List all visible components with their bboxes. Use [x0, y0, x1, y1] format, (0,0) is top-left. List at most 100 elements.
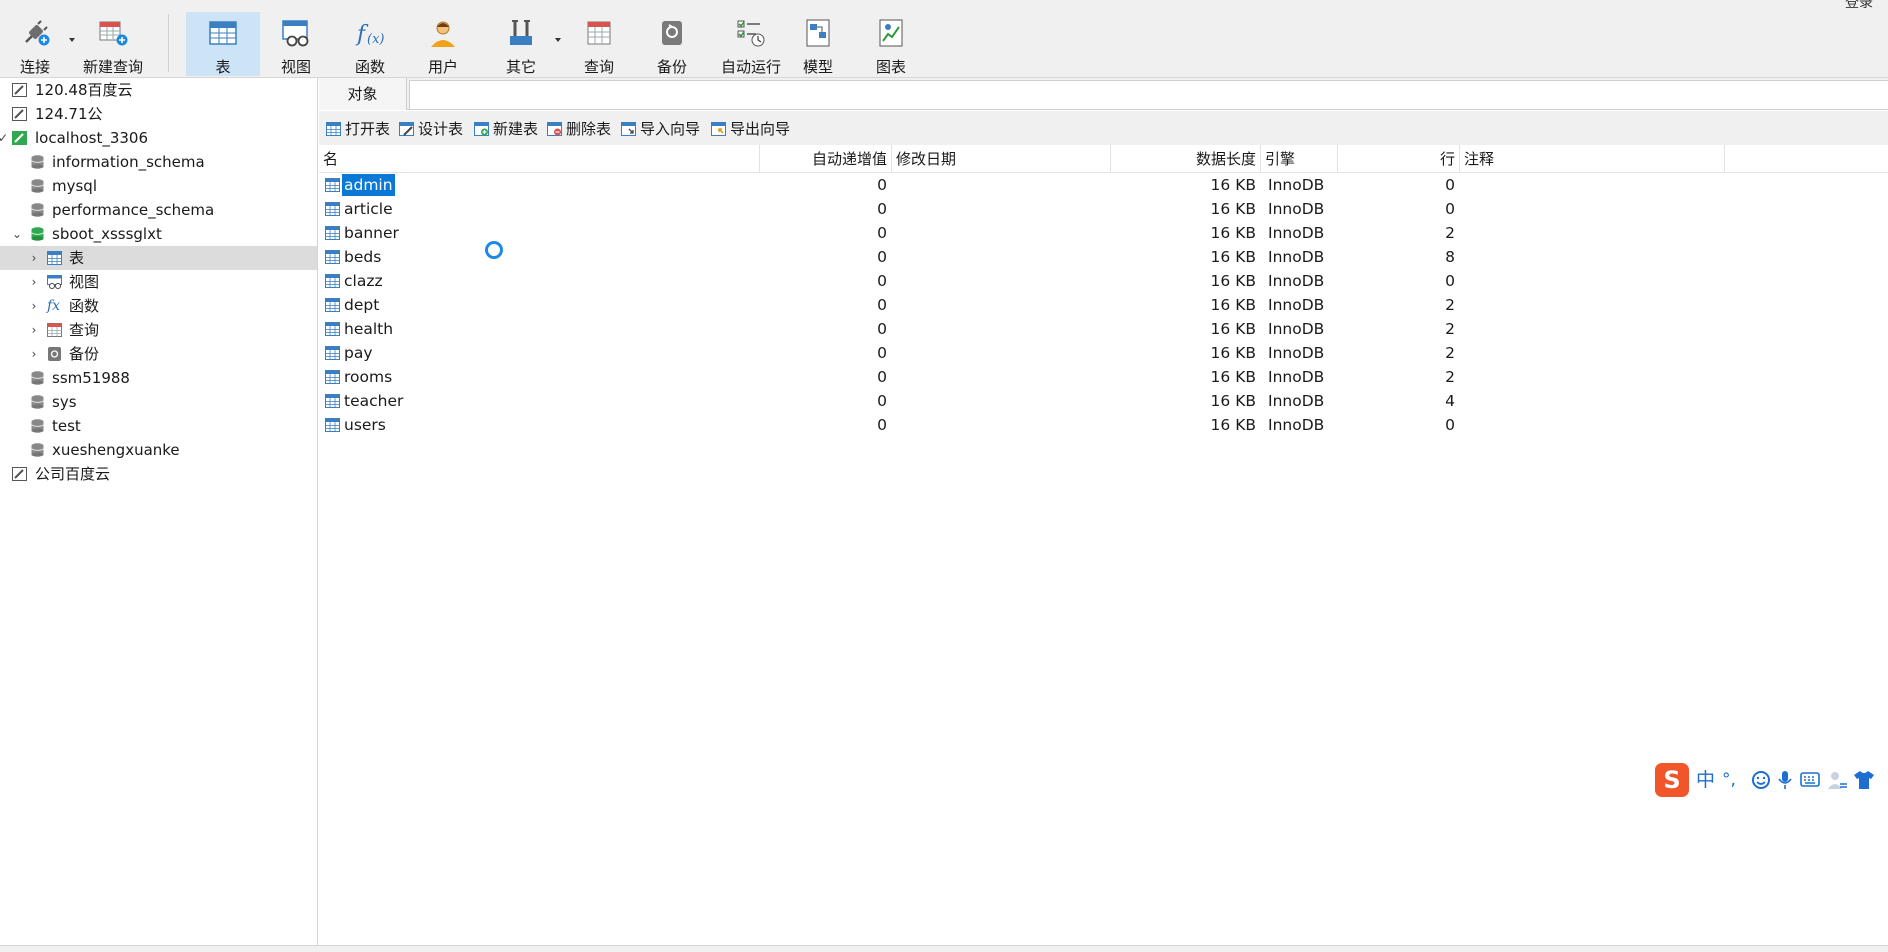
- tree-connection-124-71[interactable]: 124.71公: [0, 102, 317, 126]
- design-table-button[interactable]: 设计表: [399, 119, 463, 139]
- column-header-data-length[interactable]: 数据长度: [1111, 145, 1261, 173]
- column-header-modified[interactable]: 修改日期: [892, 145, 1111, 173]
- cell-name[interactable]: clazz: [319, 269, 760, 293]
- collapse-chevron-icon[interactable]: ›: [27, 318, 41, 342]
- model-button[interactable]: 模型: [788, 12, 848, 76]
- cell-name[interactable]: dept: [319, 293, 760, 317]
- user-account-icon[interactable]: [1826, 770, 1848, 790]
- tree-db-information-schema[interactable]: information_schema: [0, 150, 317, 174]
- column-header-engine[interactable]: 引擎: [1261, 145, 1338, 173]
- user-button[interactable]: 用户: [410, 12, 476, 76]
- user-label: 用户: [427, 58, 458, 76]
- emoji-icon[interactable]: [1752, 771, 1770, 789]
- cell-name[interactable]: article: [319, 197, 760, 221]
- table-row[interactable]: dept 0 16 KB InnoDB 2: [319, 293, 1888, 317]
- query-button[interactable]: 查询: [566, 12, 632, 76]
- ime-punct-toggle[interactable]: °,: [1722, 768, 1736, 792]
- tree-db-sboot-xsssglxt[interactable]: ⌄ sboot_xsssglxt: [0, 222, 317, 246]
- other-button[interactable]: 其它: [488, 12, 554, 76]
- cell-name[interactable]: pay: [319, 341, 760, 365]
- function-label: 函数: [354, 58, 385, 76]
- connect-dropdown-icon[interactable]: [69, 38, 75, 42]
- microphone-icon[interactable]: [1778, 770, 1792, 790]
- open-table-icon: [326, 122, 341, 136]
- tree-db-mysql[interactable]: mysql: [0, 174, 317, 198]
- tree-db-xueshengxuanke[interactable]: xueshengxuanke: [0, 438, 317, 462]
- tree-node-backups[interactable]: › 备份: [0, 342, 317, 366]
- cell-name[interactable]: users: [319, 413, 760, 437]
- connect-button[interactable]: 连接: [10, 12, 60, 76]
- collapse-chevron-icon[interactable]: ›: [27, 270, 41, 294]
- table-row[interactable]: banner 0 16 KB InnoDB 2: [319, 221, 1888, 245]
- delete-table-button[interactable]: 删除表: [547, 119, 611, 139]
- tree-label: 120.48百度云: [35, 81, 133, 99]
- tree-db-sys[interactable]: sys: [0, 390, 317, 414]
- svg-text:(x): (x): [367, 32, 384, 47]
- tree-node-queries[interactable]: › 查询: [0, 318, 317, 342]
- cell-engine: InnoDB: [1268, 200, 1325, 218]
- login-menu-fragment[interactable]: 登录: [1845, 0, 1873, 12]
- skin-shirt-icon[interactable]: [1853, 770, 1875, 790]
- column-header-comment[interactable]: 注释: [1460, 145, 1725, 173]
- open-table-button[interactable]: 打开表: [326, 119, 390, 139]
- tree-connection-company-cloud[interactable]: 公司百度云: [0, 462, 317, 486]
- table-row[interactable]: pay 0 16 KB InnoDB 2: [319, 341, 1888, 365]
- tree-connection-localhost[interactable]: ✓ localhost_3306: [0, 126, 317, 150]
- table-row[interactable]: rooms 0 16 KB InnoDB 2: [319, 365, 1888, 389]
- tree-label: test: [52, 417, 81, 435]
- table-row[interactable]: article 0 16 KB InnoDB 0: [319, 197, 1888, 221]
- cell-engine: InnoDB: [1268, 248, 1325, 266]
- database-icon: [31, 203, 44, 217]
- tree-db-performance-schema[interactable]: performance_schema: [0, 198, 317, 222]
- cell-name[interactable]: banner: [319, 221, 760, 245]
- loading-spinner-icon: [485, 241, 503, 259]
- tree-node-views[interactable]: › 视图: [0, 270, 317, 294]
- sogou-logo-icon[interactable]: S: [1655, 763, 1689, 797]
- collapse-chevron-icon[interactable]: ›: [27, 246, 41, 270]
- table-row[interactable]: health 0 16 KB InnoDB 2: [319, 317, 1888, 341]
- cell-name[interactable]: beds: [319, 245, 760, 269]
- column-header-name[interactable]: 名: [319, 145, 760, 173]
- view-button[interactable]: 视图: [262, 12, 330, 76]
- new-query-button[interactable]: 新建查询: [80, 12, 146, 76]
- automation-button[interactable]: 自动运行: [710, 12, 792, 76]
- table-icon: [325, 370, 340, 384]
- column-header-rows[interactable]: 行: [1338, 145, 1460, 173]
- table-row[interactable]: beds 0 16 KB InnoDB 8: [319, 245, 1888, 269]
- expand-chevron-icon[interactable]: ✓: [0, 126, 10, 150]
- collapse-chevron-icon[interactable]: ›: [27, 342, 41, 366]
- cell-modified: [896, 173, 1111, 197]
- cell-name[interactable]: admin: [319, 173, 760, 197]
- export-wizard-button[interactable]: 导出向导: [711, 119, 790, 139]
- backup-button[interactable]: 备份: [640, 12, 704, 76]
- keyboard-icon[interactable]: [1800, 772, 1820, 787]
- cell-name[interactable]: rooms: [319, 365, 760, 389]
- table-row[interactable]: teacher 0 16 KB InnoDB 4: [319, 389, 1888, 413]
- cell-name[interactable]: health: [319, 317, 760, 341]
- ime-mode-toggle[interactable]: 中: [1696, 768, 1715, 792]
- tree-db-ssm51988[interactable]: ssm51988: [0, 366, 317, 390]
- function-button[interactable]: f (x) 函数: [336, 12, 404, 76]
- tree-connection-120-48[interactable]: 120.48百度云: [0, 78, 317, 102]
- import-wizard-button[interactable]: 导入向导: [621, 119, 700, 139]
- ime-toolbar: S 中 °,: [1655, 763, 1888, 797]
- new-table-button[interactable]: 新建表: [474, 119, 538, 139]
- expand-chevron-icon[interactable]: ⌄: [10, 222, 24, 246]
- table-button[interactable]: 表: [186, 12, 260, 76]
- other-dropdown-icon[interactable]: [555, 38, 561, 42]
- table-row[interactable]: users 0 16 KB InnoDB 0: [319, 413, 1888, 437]
- tree-node-functions[interactable]: › fx 函数: [0, 294, 317, 318]
- chart-button[interactable]: 图表: [860, 12, 922, 76]
- cell-name[interactable]: teacher: [319, 389, 760, 413]
- query-icon: [587, 21, 611, 45]
- collapse-chevron-icon[interactable]: ›: [27, 294, 41, 318]
- table-row[interactable]: admin 0 16 KB InnoDB 0: [319, 173, 1888, 197]
- cell-auto-increment: 0: [877, 344, 887, 362]
- column-header-auto-increment[interactable]: 自动递增值: [760, 145, 892, 173]
- tree-node-tables[interactable]: › 表: [0, 246, 317, 270]
- cell-comment: [1464, 197, 1724, 221]
- tree-db-test[interactable]: test: [0, 414, 317, 438]
- table-row[interactable]: clazz 0 16 KB InnoDB 0: [319, 269, 1888, 293]
- tab-objects[interactable]: 对象: [319, 78, 407, 110]
- table-icon: [325, 322, 340, 336]
